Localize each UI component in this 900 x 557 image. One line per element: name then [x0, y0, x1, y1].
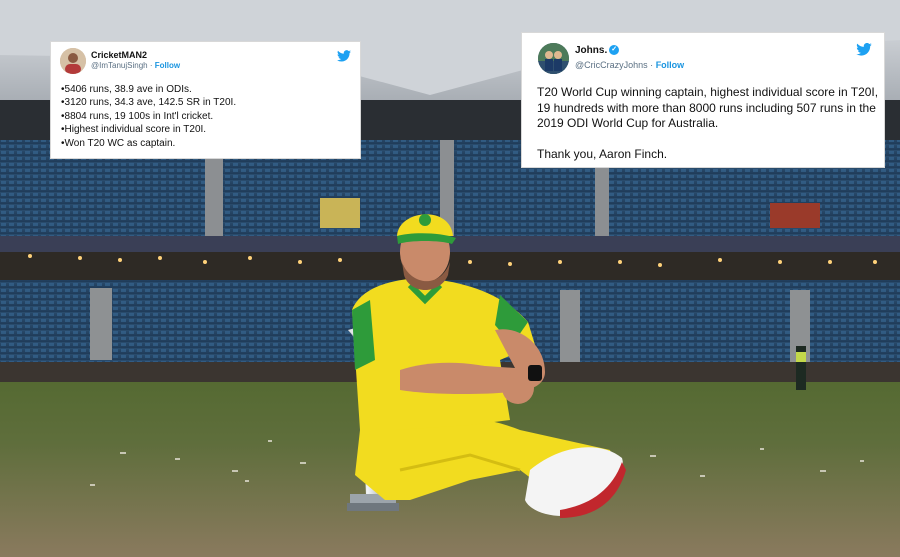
display-name[interactable]: CricketMAN2 [91, 50, 147, 60]
display-name[interactable]: Johns. [575, 45, 607, 56]
tweet-line: •3120 runs, 34.3 ave, 142.5 SR in T20I. [61, 97, 237, 109]
user-avatar[interactable] [60, 48, 86, 74]
tweet-text: •5406 runs, 38.9 ave in ODIs. •3120 runs… [61, 83, 236, 150]
tweet-card-cricketman2[interactable]: CricketMAN2 @ImTanujSingh · Follow •5406… [50, 41, 361, 159]
user-avatar[interactable] [538, 43, 569, 74]
handle-row: @CricCrazyJohns · Follow [575, 60, 684, 70]
twitter-bird-icon[interactable] [856, 42, 872, 56]
separator-dot: · [650, 60, 654, 70]
tweet-text: T20 World Cup winning captain, highest i… [537, 85, 879, 177]
tweet-line: •Won T20 WC as captain. [61, 137, 176, 149]
verified-badge-icon: ✓ [609, 45, 620, 56]
tweet-paragraph: T20 World Cup winning captain, highest i… [537, 85, 879, 131]
tweet-line: •8804 runs, 19 100s in Int'l cricket. [61, 110, 214, 122]
user-handle[interactable]: @ImTanujSingh [91, 61, 148, 70]
handle-row: @ImTanujSingh · Follow [91, 61, 180, 70]
tweet-card-johns[interactable]: Johns. ✓ @CricCrazyJohns · Follow T20 Wor… [521, 32, 885, 168]
follow-link[interactable]: Follow [155, 61, 180, 70]
follow-link[interactable]: Follow [656, 60, 685, 70]
user-handle[interactable]: @CricCrazyJohns [575, 60, 648, 70]
name-row: Johns. ✓ [575, 45, 620, 56]
tweet-paragraph: Thank you, Aaron Finch. [537, 146, 668, 161]
twitter-bird-icon[interactable] [337, 49, 351, 62]
separator-dot: · [149, 61, 153, 70]
tweet-line: •Highest individual score in T20I. [61, 124, 207, 136]
tweet-line: •5406 runs, 38.9 ave in ODIs. [61, 84, 192, 95]
